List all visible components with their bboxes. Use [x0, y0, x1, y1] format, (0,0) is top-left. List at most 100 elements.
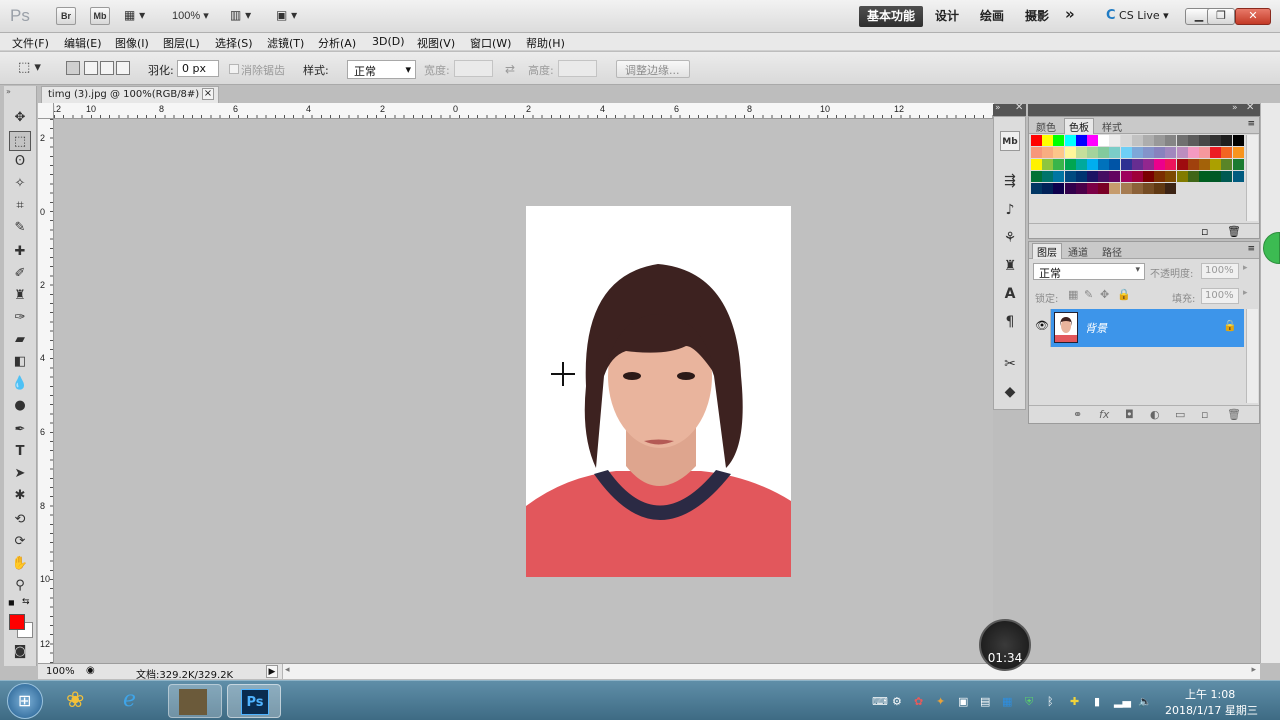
- taskbar-app-360[interactable]: ❀: [52, 684, 106, 718]
- magic-wand-tool-icon[interactable]: ✧: [9, 174, 31, 194]
- scroll-right-icon[interactable]: ▸: [1251, 665, 1256, 675]
- color-swatch[interactable]: [1165, 135, 1177, 146]
- character-icon[interactable]: A: [1000, 284, 1020, 304]
- tab-layers[interactable]: 图层: [1032, 243, 1062, 259]
- color-swatch[interactable]: [1098, 159, 1110, 170]
- intersect-selection-mode-icon[interactable]: [116, 61, 130, 75]
- color-swatch[interactable]: [1042, 171, 1054, 182]
- color-swatch[interactable]: [1165, 183, 1177, 194]
- delete-swatch-icon[interactable]: 🗑: [1227, 225, 1241, 238]
- tab-paths[interactable]: 路径: [1098, 244, 1126, 259]
- menu-file[interactable]: 文件(F): [12, 35, 49, 51]
- layer-mask-icon[interactable]: ◘: [1125, 408, 1134, 421]
- document-canvas[interactable]: [54, 119, 993, 663]
- workspace-photography[interactable]: 摄影: [1017, 6, 1057, 27]
- new-selection-mode-icon[interactable]: [66, 61, 80, 75]
- color-swatch[interactable]: [1154, 183, 1166, 194]
- panel-menu-icon[interactable]: ≡: [1247, 244, 1255, 254]
- workspace-design[interactable]: 设计: [927, 6, 967, 27]
- color-swatch[interactable]: [1176, 135, 1188, 146]
- document-close-icon[interactable]: ×: [202, 88, 214, 100]
- network-tray-icon[interactable]: ▂▄: [1114, 695, 1131, 708]
- brush-tool-icon[interactable]: ✐: [9, 264, 31, 284]
- tray-icon[interactable]: ▤: [980, 695, 990, 708]
- menu-3d[interactable]: 3D(D): [372, 35, 405, 48]
- lock-pixels-icon[interactable]: ✎: [1084, 288, 1093, 301]
- color-swatch[interactable]: [1232, 171, 1244, 182]
- panel-close-icon[interactable]: ✕: [1015, 102, 1023, 113]
- document-vertical-scrollbar[interactable]: [1260, 103, 1280, 663]
- color-swatch[interactable]: [1064, 147, 1076, 158]
- color-swatch[interactable]: [1131, 135, 1143, 146]
- tool-preset-picker[interactable]: ⬚ ▾: [18, 60, 52, 78]
- swap-dimensions-icon[interactable]: ⇄: [505, 62, 515, 76]
- refine-edge-button[interactable]: 调整边缘...: [616, 60, 690, 78]
- color-swatch[interactable]: [1120, 171, 1132, 182]
- lock-transparent-icon[interactable]: ▦: [1068, 288, 1078, 301]
- color-swatch[interactable]: [1154, 159, 1166, 170]
- color-swatch[interactable]: [1199, 159, 1210, 170]
- color-swatch[interactable]: [1199, 135, 1210, 146]
- color-swatch[interactable]: [1042, 183, 1054, 194]
- color-swatch[interactable]: [1053, 135, 1065, 146]
- color-swatch[interactable]: [1154, 147, 1166, 158]
- fill-input[interactable]: 100%: [1201, 288, 1239, 304]
- new-group-icon[interactable]: ▭: [1175, 408, 1185, 421]
- color-swatch[interactable]: [1221, 135, 1233, 146]
- color-swatch[interactable]: [1143, 159, 1154, 170]
- color-swatch[interactable]: [1165, 159, 1177, 170]
- color-swatch[interactable]: [1087, 159, 1098, 170]
- color-swatch[interactable]: [1087, 171, 1098, 182]
- color-swatch[interactable]: [1109, 135, 1121, 146]
- color-swatch[interactable]: [1075, 147, 1087, 158]
- color-swatch[interactable]: [1176, 171, 1188, 182]
- opacity-input[interactable]: 100%: [1201, 263, 1239, 279]
- height-input[interactable]: [558, 60, 597, 77]
- quick-mask-icon[interactable]: ◙: [9, 642, 31, 662]
- color-swatch[interactable]: [1087, 183, 1098, 194]
- color-swatch[interactable]: [1143, 171, 1154, 182]
- history-brush-tool-icon[interactable]: ✑: [9, 308, 31, 328]
- color-swatch[interactable]: [1109, 159, 1121, 170]
- tray-time[interactable]: 上午 1:08: [1185, 686, 1235, 702]
- menu-layer[interactable]: 图层(L): [163, 35, 200, 51]
- color-swatch[interactable]: [1154, 171, 1166, 182]
- panel-menu-icon[interactable]: ≡: [1247, 119, 1255, 129]
- color-swatch[interactable]: [1143, 135, 1154, 146]
- tool-presets-icon[interactable]: ♜: [1000, 256, 1020, 276]
- document-tab[interactable]: timg (3).jpg @ 100%(RGB/8#) ×: [41, 86, 219, 103]
- tray-icon[interactable]: ▦: [1002, 695, 1012, 708]
- screen-mode-dropdown[interactable]: ▣ ▾: [276, 8, 306, 24]
- mini-bridge-icon[interactable]: Mb: [1000, 131, 1020, 151]
- color-swatch[interactable]: [1053, 159, 1065, 170]
- menu-view[interactable]: 视图(V): [417, 35, 455, 51]
- color-swatch[interactable]: [1210, 159, 1222, 170]
- color-swatch[interactable]: [1199, 171, 1210, 182]
- color-swatch[interactable]: [1232, 159, 1244, 170]
- zoom-dropdown[interactable]: 100% ▾: [172, 9, 209, 22]
- color-swatch[interactable]: [1098, 171, 1110, 182]
- volume-tray-icon[interactable]: 🔈: [1138, 695, 1152, 708]
- color-swatch[interactable]: [1187, 147, 1199, 158]
- menu-filter[interactable]: 滤镜(T): [267, 35, 304, 51]
- color-swatch[interactable]: [1131, 171, 1143, 182]
- adjustment-layer-icon[interactable]: ◐: [1150, 408, 1160, 421]
- color-swatch[interactable]: [1187, 135, 1199, 146]
- eraser-tool-icon[interactable]: ▰: [9, 330, 31, 350]
- color-swatch[interactable]: [1064, 183, 1076, 194]
- collapse-icon[interactable]: »: [995, 103, 1001, 113]
- color-swatch[interactable]: [1075, 171, 1087, 182]
- color-swatch[interactable]: [1232, 147, 1244, 158]
- color-swatch[interactable]: [1221, 159, 1233, 170]
- dock-close-icon[interactable]: ✕: [1246, 102, 1254, 113]
- color-swatch[interactable]: [1165, 171, 1177, 182]
- taskbar-app-photoshop[interactable]: Ps: [227, 684, 281, 718]
- color-swatch[interactable]: [1210, 171, 1222, 182]
- color-swatch[interactable]: [1075, 159, 1087, 170]
- scroll-left-icon[interactable]: ◂: [285, 665, 290, 675]
- lasso-tool-icon[interactable]: ʘ: [9, 152, 31, 172]
- width-input[interactable]: [454, 60, 493, 77]
- taskbar-app-ie[interactable]: ℯ: [109, 684, 163, 718]
- move-tool-icon[interactable]: ✥: [9, 108, 31, 128]
- workspace-essentials[interactable]: 基本功能: [859, 6, 924, 27]
